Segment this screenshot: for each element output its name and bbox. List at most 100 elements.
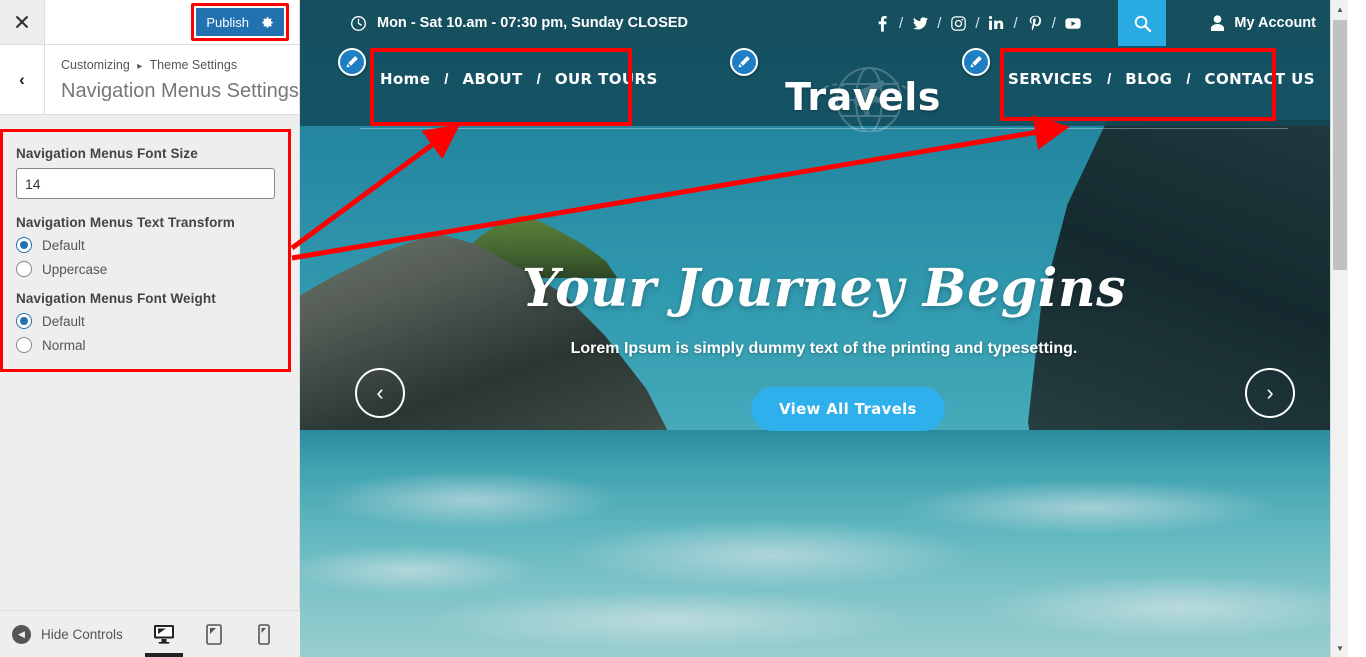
carousel-prev-button[interactable]: ‹ [355,368,405,418]
hero-title: Your Journey Begins [521,258,1127,319]
font-size-input[interactable] [16,168,275,199]
site-navigation-bar: Home / ABOUT / OUR TOURS Travels SERVICE… [300,46,1348,132]
separator: / [1013,14,1018,32]
scrollbar-thumb[interactable] [1333,20,1347,270]
tablet-preview-button[interactable] [198,611,230,657]
back-button[interactable]: ‹ [0,45,45,114]
edit-shortcut-logo[interactable] [730,48,758,76]
business-hours-text: Mon - Sat 10.am - 07:30 pm, Sunday CLOSE… [377,15,689,31]
breadcrumb-root[interactable]: Customizing [61,58,130,72]
site-logo-text: Travels [785,75,941,119]
radio-icon[interactable] [16,261,32,277]
carousel-next-button[interactable]: › [1245,368,1295,418]
desktop-icon [154,625,174,644]
view-all-travels-button[interactable]: View All Travels [751,387,945,431]
site-logo[interactable]: Travels [768,66,958,132]
twitter-icon[interactable] [912,16,928,30]
radio-icon[interactable] [16,237,32,253]
user-icon [1211,15,1225,31]
mobile-preview-button[interactable] [248,611,280,657]
field-text-transform: Navigation Menus Text Transform Default … [16,215,275,277]
instagram-icon[interactable] [950,15,966,31]
radio-text-transform-default[interactable]: Default [16,237,275,253]
nav-separator: / [536,70,541,88]
chevron-left-icon: ‹ [376,380,384,405]
search-button[interactable] [1118,0,1166,46]
nav-separator: / [444,70,449,88]
breadcrumb-separator-icon: ▸ [137,61,143,72]
social-links: / / / / / [874,15,1081,32]
scroll-up-icon[interactable]: ▲ [1331,0,1348,18]
field-label: Navigation Menus Font Weight [16,291,216,306]
my-account-label: My Account [1234,15,1316,31]
nav-item-blog[interactable]: BLOG [1125,70,1172,88]
pencil-edit-icon [738,56,750,68]
edit-shortcut-right-menu[interactable] [962,48,990,76]
radio-text-transform-uppercase[interactable]: Uppercase [16,261,275,277]
publish-label: Publish [206,14,249,30]
hide-controls-label: Hide Controls [41,626,123,642]
customizer-panel: Publish ‹ Customizing ▸ Theme Settings N… [0,0,300,657]
publish-annotation-box: Publish [191,3,289,41]
desktop-preview-button[interactable] [145,611,183,657]
customizer-titles: Customizing ▸ Theme Settings Navigation … [45,45,299,114]
customizer-title-row: ‹ Customizing ▸ Theme Settings Navigatio… [0,45,299,115]
field-font-weight: Navigation Menus Font Weight Default Nor… [16,291,275,353]
customizer-header-actions: Publish [45,0,299,44]
chevron-left-icon: ‹ [19,69,25,89]
separator: / [975,14,980,32]
primary-menu-left: Home / ABOUT / OUR TOURS [380,70,658,88]
clock-icon [351,15,366,31]
youtube-icon[interactable] [1065,17,1081,30]
nav-item-our-tours[interactable]: OUR TOURS [555,70,658,88]
search-icon [1134,15,1151,32]
nav-item-services[interactable]: SERVICES [1008,70,1093,88]
radio-icon[interactable] [16,337,32,353]
chevron-right-icon: › [1266,380,1274,405]
nav-item-home[interactable]: Home [380,70,430,88]
site-preview: Mon - Sat 10.am - 07:30 pm, Sunday CLOSE… [300,0,1348,657]
page-title: Navigation Menus Settings [61,80,299,102]
settings-annotation-box: Navigation Menus Font Size Navigation Me… [0,129,291,372]
my-account-link[interactable]: My Account [1210,0,1316,46]
nav-item-contact-us[interactable]: CONTACT US [1205,70,1315,88]
site-topbar: Mon - Sat 10.am - 07:30 pm, Sunday CLOSE… [300,0,1348,46]
breadcrumb: Customizing ▸ Theme Settings [61,57,299,75]
scroll-down-icon[interactable]: ▼ [1331,639,1348,657]
field-label: Navigation Menus Font Size [16,146,198,161]
primary-menu-right: SERVICES / BLOG / CONTACT US [1008,70,1315,88]
radio-label: Default [42,313,85,329]
mobile-icon [258,623,270,645]
separator: / [899,14,904,32]
publish-button[interactable]: Publish [196,8,284,36]
nav-item-about[interactable]: ABOUT [462,70,522,88]
separator: / [1051,14,1056,32]
gear-icon[interactable] [261,16,274,29]
radio-icon[interactable] [16,313,32,329]
pencil-edit-icon [346,56,358,68]
preview-scrollbar[interactable]: ▲ ▼ [1330,0,1348,657]
separator: / [937,14,942,32]
field-font-size: Navigation Menus Font Size [16,146,275,199]
facebook-icon[interactable] [874,15,890,32]
edit-shortcut-left-menu[interactable] [338,48,366,76]
pencil-edit-icon [970,56,982,68]
tablet-icon [206,623,222,645]
hide-controls-button[interactable]: ◀ Hide Controls [0,624,123,644]
collapse-icon: ◀ [12,624,31,644]
device-preview-buttons [145,611,300,657]
close-customizer-button[interactable] [0,0,45,44]
close-icon [15,15,29,29]
hero-subtitle: Lorem Ipsum is simply dummy text of the … [570,340,1078,357]
radio-label: Uppercase [42,261,108,277]
radio-font-weight-default[interactable]: Default [16,313,275,329]
radio-font-weight-normal[interactable]: Normal [16,337,275,353]
pinterest-icon[interactable] [1027,15,1043,32]
field-label: Navigation Menus Text Transform [16,215,235,230]
breadcrumb-section[interactable]: Theme Settings [150,58,238,72]
customizer-footer: ◀ Hide Controls [0,610,300,657]
customizer-header: Publish [0,0,299,45]
linkedin-icon[interactable] [989,16,1005,30]
radio-label: Default [42,237,85,253]
radio-label: Normal [42,337,86,353]
